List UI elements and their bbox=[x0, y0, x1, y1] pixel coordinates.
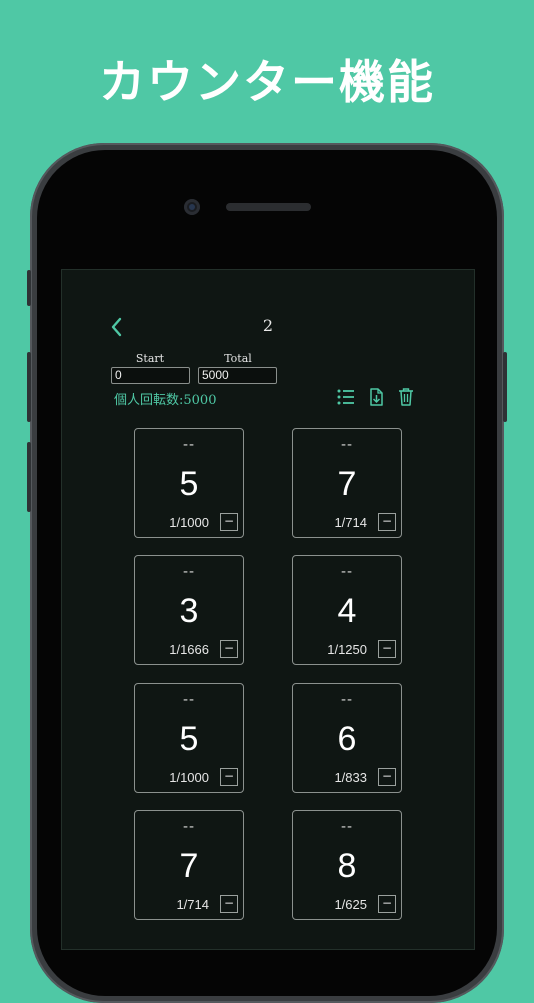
counter-ratio: 1/1250 bbox=[327, 642, 367, 657]
counter-value: 5 bbox=[179, 720, 199, 758]
delete-button[interactable] bbox=[395, 386, 417, 408]
counter-ratio: 1/1000 bbox=[169, 515, 209, 530]
counter-card[interactable]: -- 5 1/1000 − bbox=[134, 428, 244, 538]
volume-up-button bbox=[27, 352, 31, 422]
counter-value: 6 bbox=[337, 720, 357, 758]
decrement-button[interactable]: − bbox=[378, 768, 396, 786]
counter-card[interactable]: -- 7 1/714 − bbox=[292, 428, 402, 538]
decrement-button[interactable]: − bbox=[220, 768, 238, 786]
counter-card[interactable]: -- 7 1/714 − bbox=[134, 810, 244, 920]
decrement-button[interactable]: − bbox=[378, 895, 396, 913]
counter-card[interactable]: -- 3 1/1666 − bbox=[134, 555, 244, 665]
file-download-icon bbox=[370, 388, 383, 406]
counter-value: 7 bbox=[179, 847, 199, 885]
counter-card[interactable]: -- 6 1/833 − bbox=[292, 683, 402, 793]
mute-switch bbox=[27, 270, 31, 306]
counter-dash: -- bbox=[182, 564, 196, 580]
page-title: 2 bbox=[262, 316, 274, 335]
counter-ratio: 1/1666 bbox=[169, 642, 209, 657]
counter-ratio: 1/833 bbox=[334, 770, 367, 785]
counter-dash: -- bbox=[340, 692, 354, 708]
chevron-left-icon bbox=[111, 317, 122, 337]
counter-dash: -- bbox=[182, 692, 196, 708]
counter-ratio: 1/625 bbox=[334, 897, 367, 912]
total-label: Total bbox=[224, 352, 252, 365]
total-input[interactable]: 5000 bbox=[198, 367, 277, 384]
decrement-button[interactable]: − bbox=[378, 640, 396, 658]
counter-ratio: 1/714 bbox=[176, 897, 209, 912]
decrement-button[interactable]: − bbox=[220, 640, 238, 658]
power-button bbox=[503, 352, 507, 422]
counter-dash: -- bbox=[340, 819, 354, 835]
counter-dash: -- bbox=[340, 437, 354, 453]
counter-card[interactable]: -- 4 1/1250 − bbox=[292, 555, 402, 665]
counter-ratio: 1/714 bbox=[334, 515, 367, 530]
back-button[interactable] bbox=[108, 316, 126, 338]
decrement-button[interactable]: − bbox=[220, 513, 238, 531]
trash-icon bbox=[399, 388, 413, 406]
volume-down-button bbox=[27, 442, 31, 512]
export-button[interactable] bbox=[365, 386, 387, 408]
counter-value: 4 bbox=[337, 592, 357, 630]
counter-value: 7 bbox=[337, 465, 357, 503]
counter-value: 3 bbox=[179, 592, 199, 630]
decrement-button[interactable]: − bbox=[220, 895, 238, 913]
earpiece-speaker bbox=[226, 203, 311, 211]
list-icon bbox=[337, 389, 354, 405]
counter-card[interactable]: -- 8 1/625 − bbox=[292, 810, 402, 920]
start-label: Start bbox=[135, 352, 165, 365]
counter-card[interactable]: -- 5 1/1000 − bbox=[134, 683, 244, 793]
counter-dash: -- bbox=[182, 437, 196, 453]
headline: カウンター機能 bbox=[99, 55, 435, 109]
counter-dash: -- bbox=[182, 819, 196, 835]
front-camera bbox=[184, 199, 200, 215]
counter-dash: -- bbox=[340, 564, 354, 580]
counter-ratio: 1/1000 bbox=[169, 770, 209, 785]
spin-count-text: 個人回転数:5000 bbox=[114, 393, 217, 408]
list-button[interactable] bbox=[335, 386, 357, 408]
counter-value: 5 bbox=[179, 465, 199, 503]
counter-value: 8 bbox=[337, 847, 357, 885]
start-input[interactable]: 0 bbox=[111, 367, 190, 384]
decrement-button[interactable]: − bbox=[378, 513, 396, 531]
